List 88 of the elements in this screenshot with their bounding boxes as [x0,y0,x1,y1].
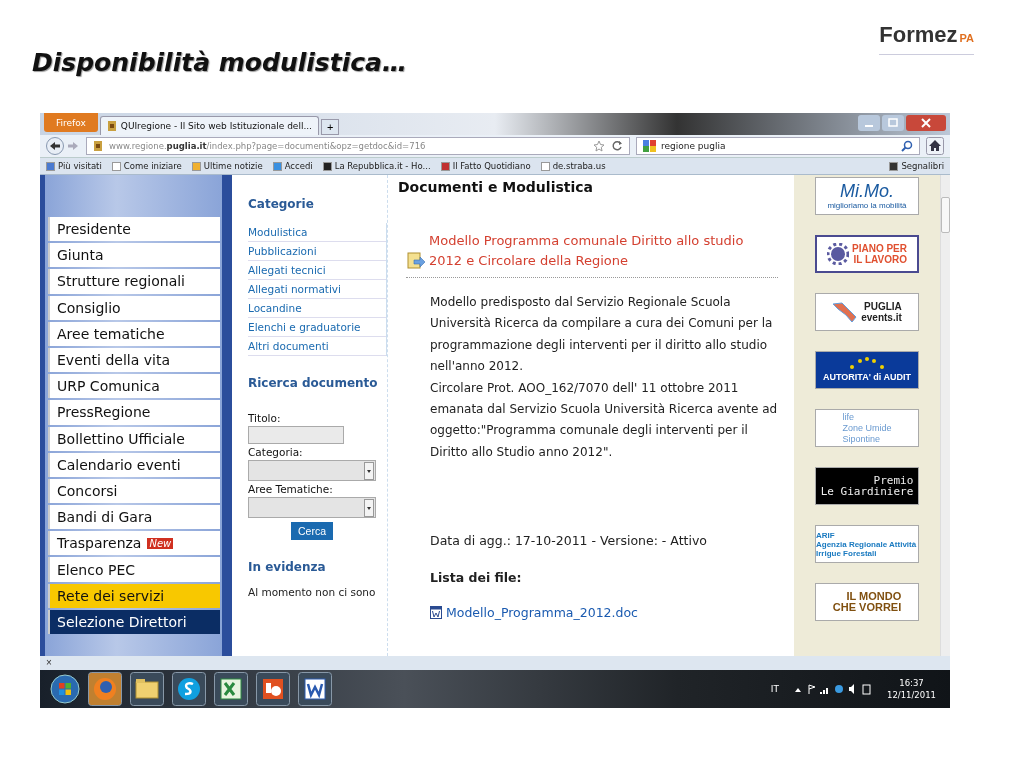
reload-icon[interactable] [611,140,623,152]
search-button[interactable]: Cerca [291,522,333,540]
sidebar-item[interactable]: Eventi della vita [48,347,220,373]
bookmarks-menu-button[interactable]: Segnalibri [889,161,944,171]
sidebar-item[interactable]: Consiglio [48,295,220,320]
category-link[interactable]: Allegati tecnici [248,261,386,280]
banner-link[interactable]: ARIF Agenzia Regionale Attività Irrigue Forestali [815,525,919,563]
sidebar-item[interactable]: URP Comunica [48,374,220,399]
bookmark-item[interactable]: La Repubblica.it - Ho... [322,161,431,171]
close-icon[interactable] [906,115,946,131]
star-icon[interactable] [593,140,605,152]
section-heading: Ricerca documento [248,376,379,390]
file-link[interactable]: Modello_Programma_2012.doc [446,605,638,621]
sidebar-item[interactable]: Giunta [48,243,220,268]
description-text: Modello predisposto dal Servizio Regionale Scuola Università Ricerca da compilare a cura dei Comuni per la programmazione degli interventi per il diritto allo studio nell'anno 2012. [430,294,774,376]
tray-icons[interactable] [793,683,873,695]
search-icon[interactable] [901,140,913,152]
spreadsheet-icon[interactable] [214,672,248,706]
search-field[interactable]: regione puglia [636,137,920,155]
category-link[interactable]: Allegati normativi [248,280,386,299]
logo: Formez PA [879,22,974,55]
sidebar-item[interactable]: Aree tematiche [48,321,220,346]
sidebar-item[interactable]: Strutture regionali [48,269,220,294]
gear-icon[interactable] [827,243,849,265]
description-text: Circolare Prot. AOO_162/7070 dell' 11 ottobre 2011 emanata dal Servizio Scuola Università Ricerca avente ad oggetto:"Programma comunale degli interventi per il Diritto allo Studio anno 2012". [430,379,779,461]
s-logo-icon[interactable] [172,672,206,706]
new-tab-button[interactable]: + [321,119,340,135]
dropdown[interactable] [248,497,376,518]
sidebar-item[interactable]: Bollettino Ufficiale [48,426,220,451]
slide-title: Disponibilità modulistica… [32,48,407,77]
favicon-icon[interactable] [106,120,117,132]
sidebar-item[interactable]: Presidente [48,217,220,242]
sidebar-item[interactable]: Rete dei servizi [48,583,220,608]
sidebar-item[interactable]: Trasparenza New [48,531,220,556]
document-title-link[interactable]: Modello Programma comunale Diritto allo studio 2012 e Circolare della Regione [429,231,778,271]
banner-link[interactable]: PIANO PER IL LAVORO [815,235,919,273]
stars-icon[interactable] [847,357,887,371]
bookmark-item[interactable]: de.straba.us [540,161,606,171]
clock[interactable]: 16:37 12/11/2011 [887,677,944,701]
sidebar-item[interactable]: Concorsi [48,478,220,504]
category-link[interactable]: Altri documenti [248,337,386,356]
banner-link[interactable]: IL MONDO CHE VORREI [815,583,919,621]
dropdown[interactable] [248,460,376,481]
banner-link[interactable]: Premio Le Giardiniere [815,467,919,505]
section-heading: Categorie [248,197,315,211]
google-icon[interactable] [643,140,657,152]
category-link[interactable]: Elenchi e graduatorie [248,318,386,337]
field-label: Titolo: [248,412,282,424]
browser-tab[interactable]: QUIregione - Il Sito web Istituzionale dell... [99,116,319,135]
sidebar-item[interactable]: Elenco PEC [48,557,220,582]
start-button-icon[interactable] [50,674,80,704]
banner-link[interactable]: AUTORITA' di AUDIT [815,351,919,389]
bookmark-item[interactable]: Ultime notizie [191,161,263,171]
bookmark-item[interactable]: Il Fatto Quotidiano [440,161,531,171]
home-icon[interactable] [926,137,944,155]
word-document-icon[interactable] [430,606,442,620]
bookmark-item[interactable]: Come iniziare [111,161,182,171]
address-bar[interactable]: www.regione.puglia.it/index.php?page=documenti&opz=getdoc&id=716 [86,137,630,155]
page-heading: Documenti e Modulistica [398,179,594,195]
category-link[interactable]: Locandine [248,299,386,318]
new-badge: New [147,537,174,549]
sidebar-item[interactable]: Selezione Direttori [48,609,220,634]
back-forward-icon[interactable] [46,137,80,155]
banner-link[interactable]: PUGLIA events.it [815,293,919,331]
presentation-icon[interactable] [256,672,290,706]
section-heading: In evidenza [248,560,327,574]
site-icon[interactable] [93,140,103,152]
update-info: Data di agg.: 17-10-2011 - Versione: - Attivo [430,533,708,549]
folder-icon[interactable] [130,672,164,706]
scrollbar[interactable] [940,175,950,656]
field-label: Categoria: [248,446,304,458]
info-text: Al momento non ci sono [248,586,377,598]
language-indicator[interactable]: IT [770,684,779,694]
bookmark-item[interactable]: Accedi [272,161,313,171]
field-label: Aree Tematiche: [248,483,334,495]
input-field[interactable] [248,426,344,444]
category-link[interactable]: Modulistica [248,223,386,242]
document-icon[interactable] [298,672,332,706]
url-text: www.regione.puglia.it/index.php?page=documenti&opz=getdoc&id=716 [109,141,426,151]
sidebar-item[interactable]: PressRegione [48,400,220,425]
section-heading: Lista dei file: [430,570,523,586]
bookmark-item[interactable]: Più visitati [46,161,102,171]
document-arrow-icon[interactable] [406,251,426,271]
banner-link[interactable]: Mi.Mo. miglioriamo la mobilità [815,177,919,215]
category-link[interactable]: Pubblicazioni [248,242,386,261]
sidebar-item[interactable]: Bandi di Gara [48,505,220,530]
sidebar-item[interactable]: Calendario eventi [48,452,220,477]
close-button[interactable]: × [46,658,52,668]
